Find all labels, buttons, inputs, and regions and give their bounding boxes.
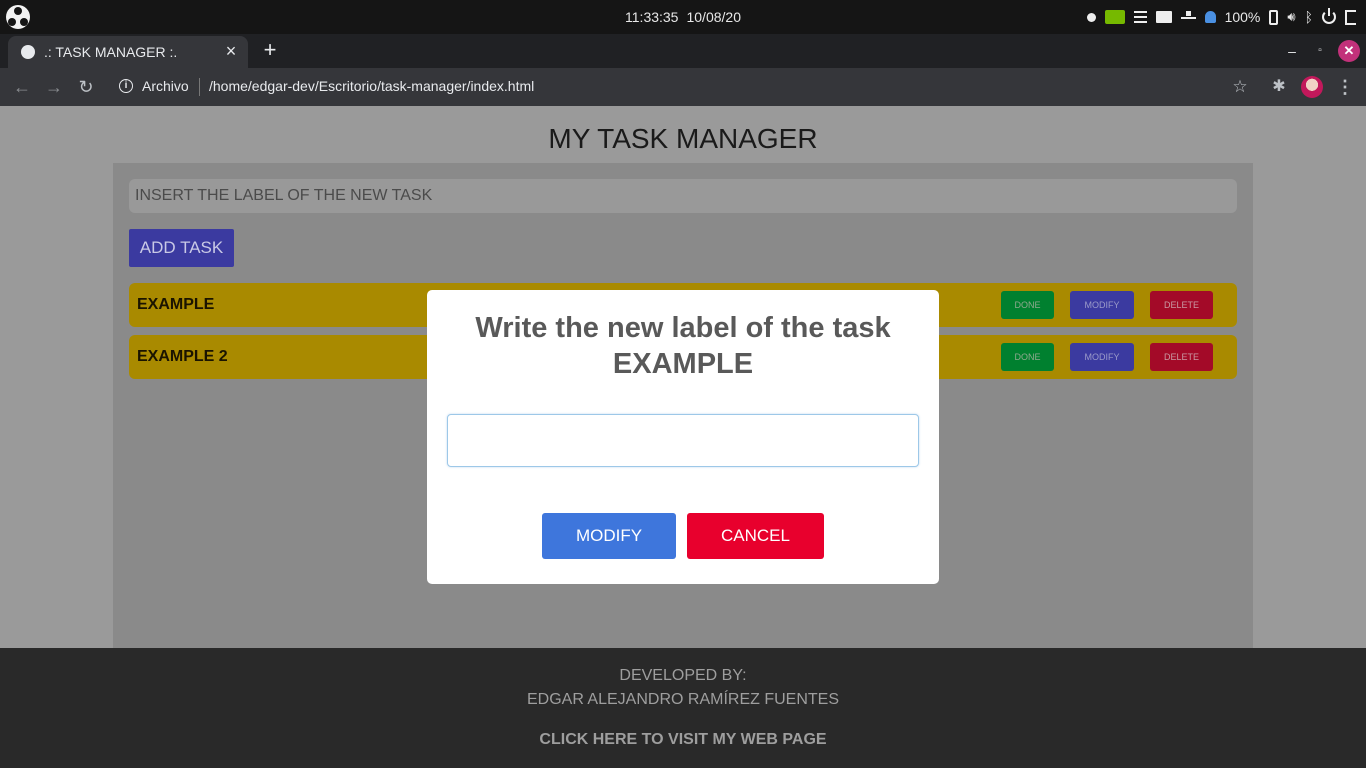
maximize-button[interactable]: ▫	[1311, 40, 1329, 62]
forward-arrow-icon[interactable]: →	[41, 74, 67, 100]
task-label: EXAMPLE	[137, 296, 215, 313]
os-top-bar: 11:33:35 10/08/20 100% 🔊︎ ᛒ	[0, 0, 1366, 34]
page-footer: DEVELOPED BY: EDGAR ALEJANDRO RAMÍREZ FU…	[0, 648, 1366, 768]
dialog-title: Write the new label of the task EXAMPLE	[447, 310, 919, 382]
reload-icon[interactable]: ↻	[73, 74, 99, 100]
dialog-task-name: EXAMPLE	[612, 348, 754, 380]
dialog-title-line: Write the new label of the task	[475, 312, 891, 344]
add-task-button[interactable]: ADD TASK	[129, 229, 234, 267]
new-label-input[interactable]	[447, 414, 919, 467]
new-task-input[interactable]	[129, 179, 1237, 213]
folder-icon[interactable]	[1155, 11, 1172, 23]
browser-toolbar: ← → ↻ i Archivo /home/edgar-dev/Escritor…	[0, 68, 1366, 106]
system-tray: 100% 🔊︎ ᛒ	[1086, 6, 1356, 28]
browser-menu-icon[interactable]: ⋮	[1332, 74, 1358, 100]
task-done-button[interactable]: DONE	[1001, 343, 1054, 371]
globe-icon	[21, 45, 35, 59]
os-date: 10/08/20	[686, 9, 741, 25]
volume-icon[interactable]: 🔊︎	[1287, 9, 1295, 25]
confirm-modify-button[interactable]: MODIFY	[542, 513, 676, 559]
close-window-button[interactable]: ✕	[1338, 40, 1360, 62]
new-tab-button[interactable]: +	[258, 38, 282, 62]
profile-avatar[interactable]	[1301, 76, 1323, 98]
url-scheme-label[interactable]: Archivo	[142, 78, 189, 94]
power-icon[interactable]	[1322, 8, 1336, 24]
record-indicator-icon[interactable]	[1086, 12, 1096, 22]
task-delete-button[interactable]: DELETE	[1150, 291, 1213, 319]
notification-icon[interactable]	[1204, 11, 1216, 23]
footer-developed-by: DEVELOPED BY:	[619, 667, 747, 684]
tab-close-icon[interactable]: ×	[222, 41, 240, 61]
url-separator	[199, 78, 200, 96]
page-title: MY TASK MANAGER	[548, 123, 818, 154]
tab-strip: .: TASK MANAGER :. ×	[0, 34, 1366, 68]
task-delete-button[interactable]: DELETE	[1150, 343, 1213, 371]
tab-title: .: TASK MANAGER :.	[44, 44, 178, 60]
task-modify-button[interactable]: MODIFY	[1070, 343, 1134, 371]
nvidia-icon[interactable]	[1104, 10, 1125, 24]
browser-tab[interactable]: .: TASK MANAGER :. ×	[8, 36, 248, 68]
modify-task-dialog: Write the new label of the task EXAMPLE …	[427, 290, 939, 584]
bluetooth-icon[interactable]: ᛒ	[1305, 9, 1313, 25]
back-arrow-icon[interactable]: ←	[9, 74, 35, 100]
task-done-button[interactable]: DONE	[1001, 291, 1054, 319]
extensions-icon[interactable]: ✱	[1266, 74, 1292, 100]
menu-icon[interactable]	[1133, 11, 1147, 23]
os-time: 11:33:35	[625, 9, 679, 25]
task-modify-button[interactable]: MODIFY	[1070, 291, 1134, 319]
battery-icon[interactable]	[1269, 9, 1279, 25]
footer-author: EDGAR ALEJANDRO RAMÍREZ FUENTES	[526, 691, 840, 708]
logout-icon[interactable]	[1345, 9, 1356, 25]
bookmark-star-icon[interactable]: ☆	[1227, 74, 1253, 100]
cancel-button[interactable]: CANCEL	[687, 513, 824, 559]
address-bar[interactable]: /home/edgar-dev/Escritorio/task-manager/…	[209, 78, 534, 94]
minimize-button[interactable]: –	[1283, 40, 1301, 62]
battery-percent[interactable]: 100%	[1225, 9, 1261, 25]
network-icon[interactable]	[1180, 10, 1196, 24]
footer-web-link[interactable]: CLICK HERE TO VISIT MY WEB PAGE	[0, 731, 1366, 749]
task-label: EXAMPLE 2	[137, 348, 228, 365]
info-icon[interactable]: i	[119, 79, 133, 93]
